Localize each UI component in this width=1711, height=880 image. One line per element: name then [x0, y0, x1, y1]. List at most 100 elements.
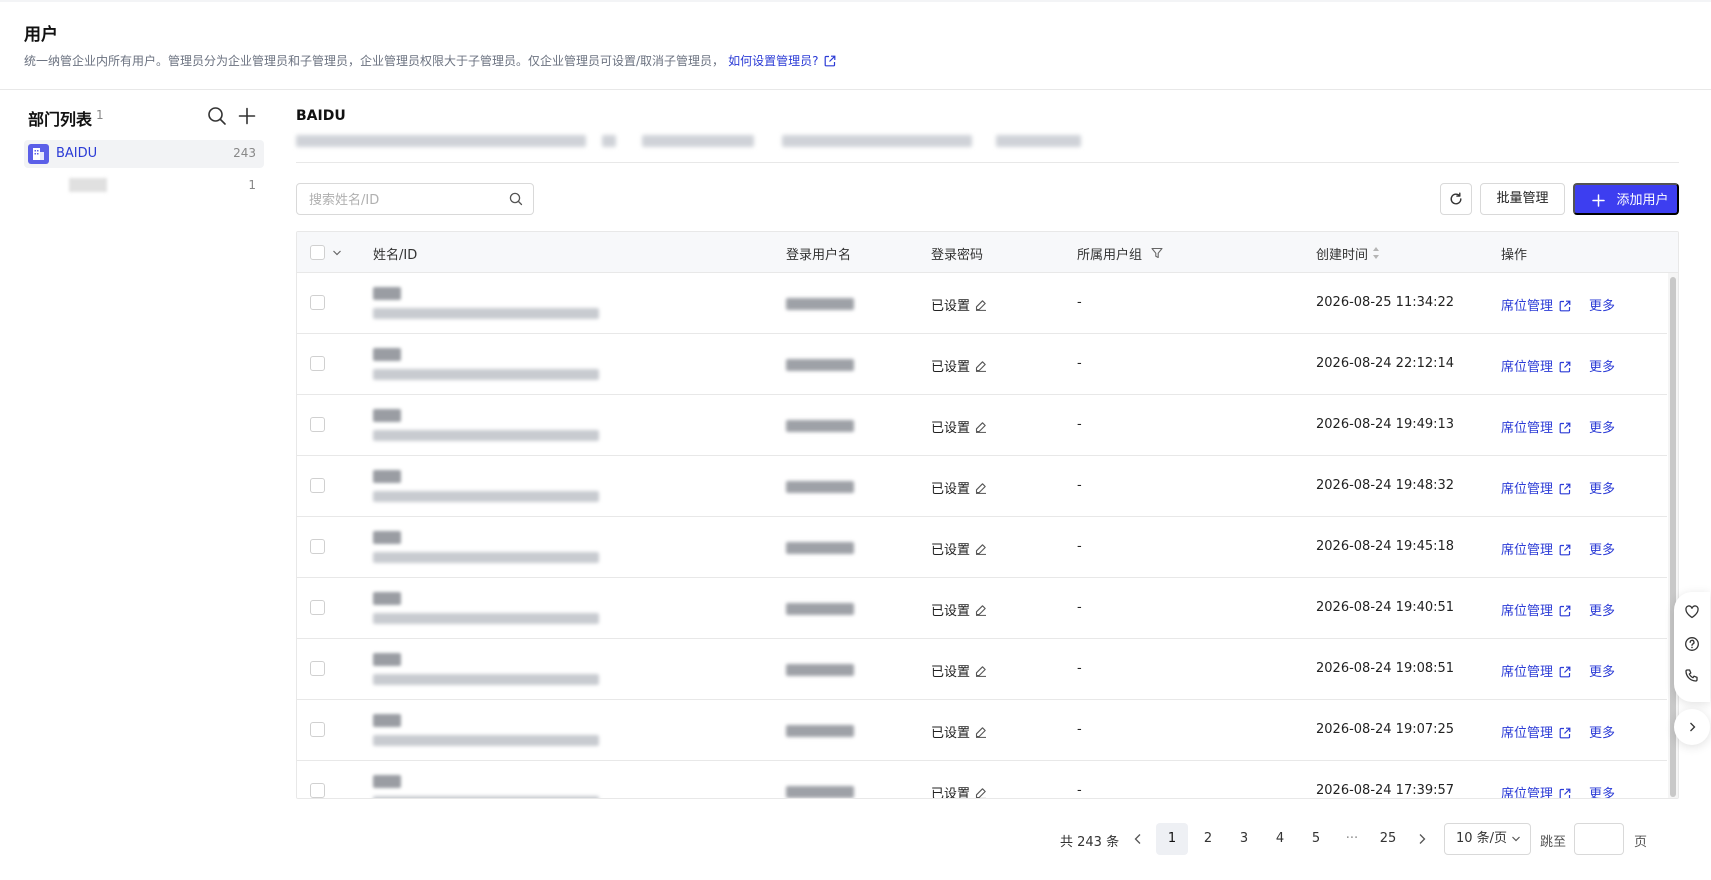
row-checkbox[interactable] [310, 417, 325, 432]
sub-department-item[interactable]: 1 [24, 174, 264, 198]
external-link-icon[interactable] [824, 55, 836, 67]
row-checkbox[interactable] [310, 295, 325, 310]
user-id-redacted [373, 491, 599, 502]
password-status: 已设置 [931, 482, 971, 497]
more-actions-link[interactable]: 更多 [1589, 661, 1615, 680]
edit-icon[interactable] [975, 299, 987, 311]
user-search-input[interactable] [309, 191, 499, 209]
more-actions-link[interactable]: 更多 [1589, 295, 1615, 314]
user-search-box[interactable] [296, 183, 534, 215]
user-name-redacted [373, 714, 401, 727]
edit-icon[interactable] [975, 543, 987, 555]
chevron-right-icon[interactable] [1414, 831, 1430, 847]
more-actions-link[interactable]: 更多 [1589, 722, 1615, 741]
floating-toolbar-toggle[interactable] [1674, 709, 1710, 745]
seat-manage-link[interactable]: 席位管理 [1501, 783, 1571, 799]
edit-icon[interactable] [975, 726, 987, 738]
page-title: 用户 [24, 25, 58, 45]
seat-manage-link[interactable]: 席位管理 [1501, 661, 1571, 680]
external-link-icon [1559, 788, 1571, 798]
column-password: 登录密码 [931, 248, 984, 263]
table-row: 已设置 - 2026-08-24 19:08:51 席位管理 更多 [297, 639, 1667, 700]
created-time-cell: 2026-08-24 19:08:51 [1316, 661, 1455, 676]
page-size-select[interactable]: 10 条/页 [1444, 823, 1531, 855]
edit-icon[interactable] [975, 665, 987, 677]
seat-manage-link[interactable]: 席位管理 [1501, 722, 1571, 741]
table-body: 已设置 - 2026-08-25 11:34:22 席位管理 更多 已设置 - … [297, 273, 1667, 799]
user-name-redacted [373, 531, 401, 544]
row-checkbox[interactable] [310, 478, 325, 493]
row-checkbox[interactable] [310, 356, 325, 371]
row-checkbox[interactable] [310, 661, 325, 676]
page-4[interactable]: 4 [1264, 823, 1296, 855]
row-checkbox[interactable] [310, 722, 325, 737]
edit-icon[interactable] [975, 360, 987, 372]
table-row: 已设置 - 2026-08-24 19:40:51 席位管理 更多 [297, 578, 1667, 639]
created-time-cell: 2026-08-24 19:49:13 [1316, 417, 1455, 432]
row-checkbox[interactable] [310, 600, 325, 615]
refresh-button[interactable] [1440, 183, 1472, 215]
table-row: 已设置 - 2026-08-24 19:45:18 席位管理 更多 [297, 517, 1667, 578]
edit-icon[interactable] [975, 421, 987, 433]
username-redacted [786, 725, 854, 737]
seat-manage-label: 席位管理 [1501, 787, 1554, 799]
sub-department-name-redacted [69, 178, 107, 192]
table-row: 已设置 - 2026-08-24 19:49:13 席位管理 更多 [297, 395, 1667, 456]
user-id-redacted [373, 552, 599, 563]
sort-icon[interactable] [1372, 246, 1380, 260]
department-item-baidu[interactable]: BAIDU 243 [24, 140, 264, 168]
more-actions-link[interactable]: 更多 [1589, 356, 1615, 375]
password-status: 已设置 [931, 604, 971, 619]
seat-manage-link[interactable]: 席位管理 [1501, 356, 1571, 375]
seat-manage-link[interactable]: 席位管理 [1501, 600, 1571, 619]
search-icon[interactable] [207, 106, 227, 126]
jump-page-input[interactable] [1574, 823, 1624, 855]
table-row: 已设置 - 2026-08-24 17:39:57 席位管理 更多 [297, 761, 1667, 799]
user-id-redacted [373, 613, 599, 624]
filter-icon[interactable] [1151, 247, 1163, 259]
more-actions-link[interactable]: 更多 [1589, 417, 1615, 436]
user-id-redacted [373, 735, 599, 746]
page-5[interactable]: 5 [1300, 823, 1332, 855]
page-1[interactable]: 1 [1156, 823, 1188, 855]
edit-icon[interactable] [975, 787, 987, 799]
created-time-cell: 2026-08-24 19:07:25 [1316, 722, 1455, 737]
page-header: 用户 统一纳管企业内所有用户。管理员分为企业管理员和子管理员，企业管理员权限大于… [0, 0, 1711, 90]
user-id-redacted [373, 308, 599, 319]
page-ellipsis[interactable]: ··· [1336, 823, 1368, 855]
password-cell: 已设置 [931, 539, 987, 558]
password-status: 已设置 [931, 299, 971, 314]
seat-manage-link[interactable]: 席位管理 [1501, 539, 1571, 558]
help-admin-link[interactable]: 如何设置管理员? [728, 54, 818, 68]
edit-icon[interactable] [975, 482, 987, 494]
user-name-redacted [373, 287, 401, 300]
page-25[interactable]: 25 [1372, 823, 1404, 855]
search-icon[interactable] [509, 192, 523, 206]
edit-icon[interactable] [975, 604, 987, 616]
seat-manage-link[interactable]: 席位管理 [1501, 478, 1571, 497]
created-time-cell: 2026-08-24 22:12:14 [1316, 356, 1455, 371]
chevron-down-icon[interactable] [332, 249, 342, 257]
row-checkbox[interactable] [310, 783, 325, 798]
seat-manage-link[interactable]: 席位管理 [1501, 295, 1571, 314]
select-all-checkbox[interactable] [310, 245, 325, 260]
page-3[interactable]: 3 [1228, 823, 1260, 855]
password-status: 已设置 [931, 543, 971, 558]
add-user-button[interactable]: 添加用户 [1573, 183, 1679, 215]
more-actions-link[interactable]: 更多 [1589, 600, 1615, 619]
user-group-cell: - [1077, 600, 1082, 615]
help-icon[interactable] [1684, 636, 1700, 652]
page-size-value: 10 条/页 [1456, 831, 1508, 846]
created-time-cell: 2026-08-24 19:48:32 [1316, 478, 1455, 493]
phone-icon[interactable] [1684, 668, 1700, 684]
more-actions-link[interactable]: 更多 [1589, 478, 1615, 497]
page-2[interactable]: 2 [1192, 823, 1224, 855]
seat-manage-link[interactable]: 席位管理 [1501, 417, 1571, 436]
chevron-left-icon[interactable] [1130, 831, 1146, 847]
add-department-icon[interactable] [237, 106, 257, 126]
batch-manage-button[interactable]: 批量管理 [1480, 183, 1565, 215]
more-actions-link[interactable]: 更多 [1589, 783, 1615, 798]
heart-icon[interactable] [1684, 604, 1700, 620]
more-actions-link[interactable]: 更多 [1589, 539, 1615, 558]
row-checkbox[interactable] [310, 539, 325, 554]
